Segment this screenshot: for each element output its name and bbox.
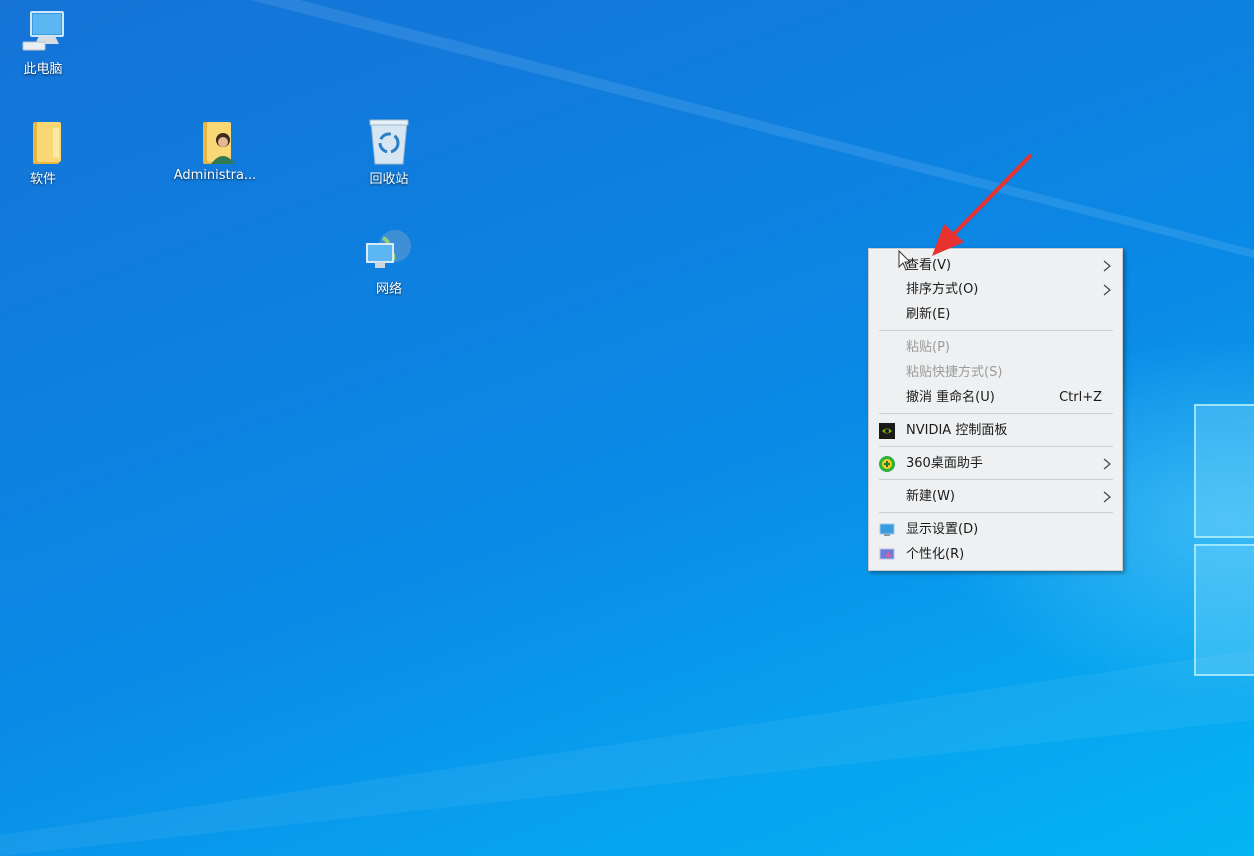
menu-item-shortcut: Ctrl+Z bbox=[1059, 390, 1102, 405]
display-settings-icon bbox=[879, 523, 895, 536]
desktop-icon-label: 回收站 bbox=[369, 172, 409, 187]
desktop-icon-recycle-bin[interactable]: 回收站 bbox=[346, 118, 432, 187]
menu-item-paste-shortcut[interactable]: 粘贴快捷方式(S) bbox=[869, 361, 1122, 385]
360-icon bbox=[879, 456, 895, 472]
desktop-context-menu: 查看(V) 排序方式(O) 刷新(E) 粘贴(P) 粘贴快捷方式(S) 撤消 重… bbox=[868, 248, 1123, 571]
menu-item-refresh[interactable]: 刷新(E) bbox=[869, 303, 1122, 327]
folder-icon bbox=[19, 118, 67, 166]
menu-separator bbox=[879, 446, 1113, 447]
menu-item-label: 显示设置(D) bbox=[906, 522, 979, 537]
menu-item-paste[interactable]: 粘贴(P) bbox=[869, 336, 1122, 360]
desktop-icon-label: 此电脑 bbox=[23, 62, 63, 77]
menu-item-display-settings[interactable]: 显示设置(D) bbox=[869, 518, 1122, 542]
chevron-right-icon bbox=[1103, 458, 1111, 470]
menu-item-nvidia-control-panel[interactable]: NVIDIA 控制面板 bbox=[869, 419, 1122, 443]
red-annotation-arrow-icon bbox=[932, 154, 1032, 256]
chevron-right-icon bbox=[1103, 260, 1111, 272]
menu-item-label: 新建(W) bbox=[906, 489, 955, 504]
personalize-icon bbox=[879, 548, 895, 560]
mouse-cursor-icon bbox=[898, 250, 912, 271]
recycle-bin-icon bbox=[365, 118, 413, 166]
menu-separator bbox=[879, 330, 1113, 331]
menu-item-label: 刷新(E) bbox=[906, 307, 951, 322]
menu-item-360-desktop-helper[interactable]: 360桌面助手 bbox=[869, 452, 1122, 476]
desktop-icon-administrator[interactable]: Administra... bbox=[172, 118, 258, 183]
desktop-icon-label: Administra... bbox=[173, 168, 257, 183]
windows-logo-pane-upper bbox=[1194, 404, 1254, 538]
desktop-icon-network[interactable]: 网络 bbox=[346, 228, 432, 297]
menu-item-sort-by[interactable]: 排序方式(O) bbox=[869, 278, 1122, 302]
menu-item-undo-rename[interactable]: 撤消 重命名(U) Ctrl+Z bbox=[869, 386, 1122, 410]
menu-item-label: 粘贴快捷方式(S) bbox=[906, 365, 1003, 380]
desktop-icon-software-folder[interactable]: 软件 bbox=[0, 118, 86, 187]
menu-item-label: NVIDIA 控制面板 bbox=[906, 423, 1008, 438]
menu-separator bbox=[879, 413, 1113, 414]
menu-item-label: 360桌面助手 bbox=[906, 456, 983, 471]
desktop-icon-this-pc[interactable]: 此电脑 bbox=[0, 8, 86, 77]
menu-item-label: 排序方式(O) bbox=[906, 282, 979, 297]
chevron-right-icon bbox=[1103, 491, 1111, 503]
this-pc-icon bbox=[19, 8, 67, 56]
chevron-right-icon bbox=[1103, 284, 1111, 296]
menu-item-personalize[interactable]: 个性化(R) bbox=[869, 543, 1122, 567]
menu-item-new[interactable]: 新建(W) bbox=[869, 485, 1122, 509]
menu-separator bbox=[879, 479, 1113, 480]
desktop-background: 此电脑 软件 Administra... 回收站 网络 查看(V) 排序方式(O… bbox=[0, 0, 1254, 856]
nvidia-icon bbox=[879, 423, 895, 439]
user-folder-icon bbox=[191, 118, 239, 166]
desktop-icon-label: 软件 bbox=[29, 172, 56, 187]
menu-item-label: 粘贴(P) bbox=[906, 340, 950, 355]
network-icon bbox=[365, 228, 413, 276]
desktop-icon-label: 网络 bbox=[375, 282, 402, 297]
menu-separator bbox=[879, 512, 1113, 513]
menu-item-label: 个性化(R) bbox=[906, 547, 965, 562]
windows-logo-pane-lower bbox=[1194, 544, 1254, 676]
menu-item-label: 撤消 重命名(U) bbox=[906, 390, 995, 405]
